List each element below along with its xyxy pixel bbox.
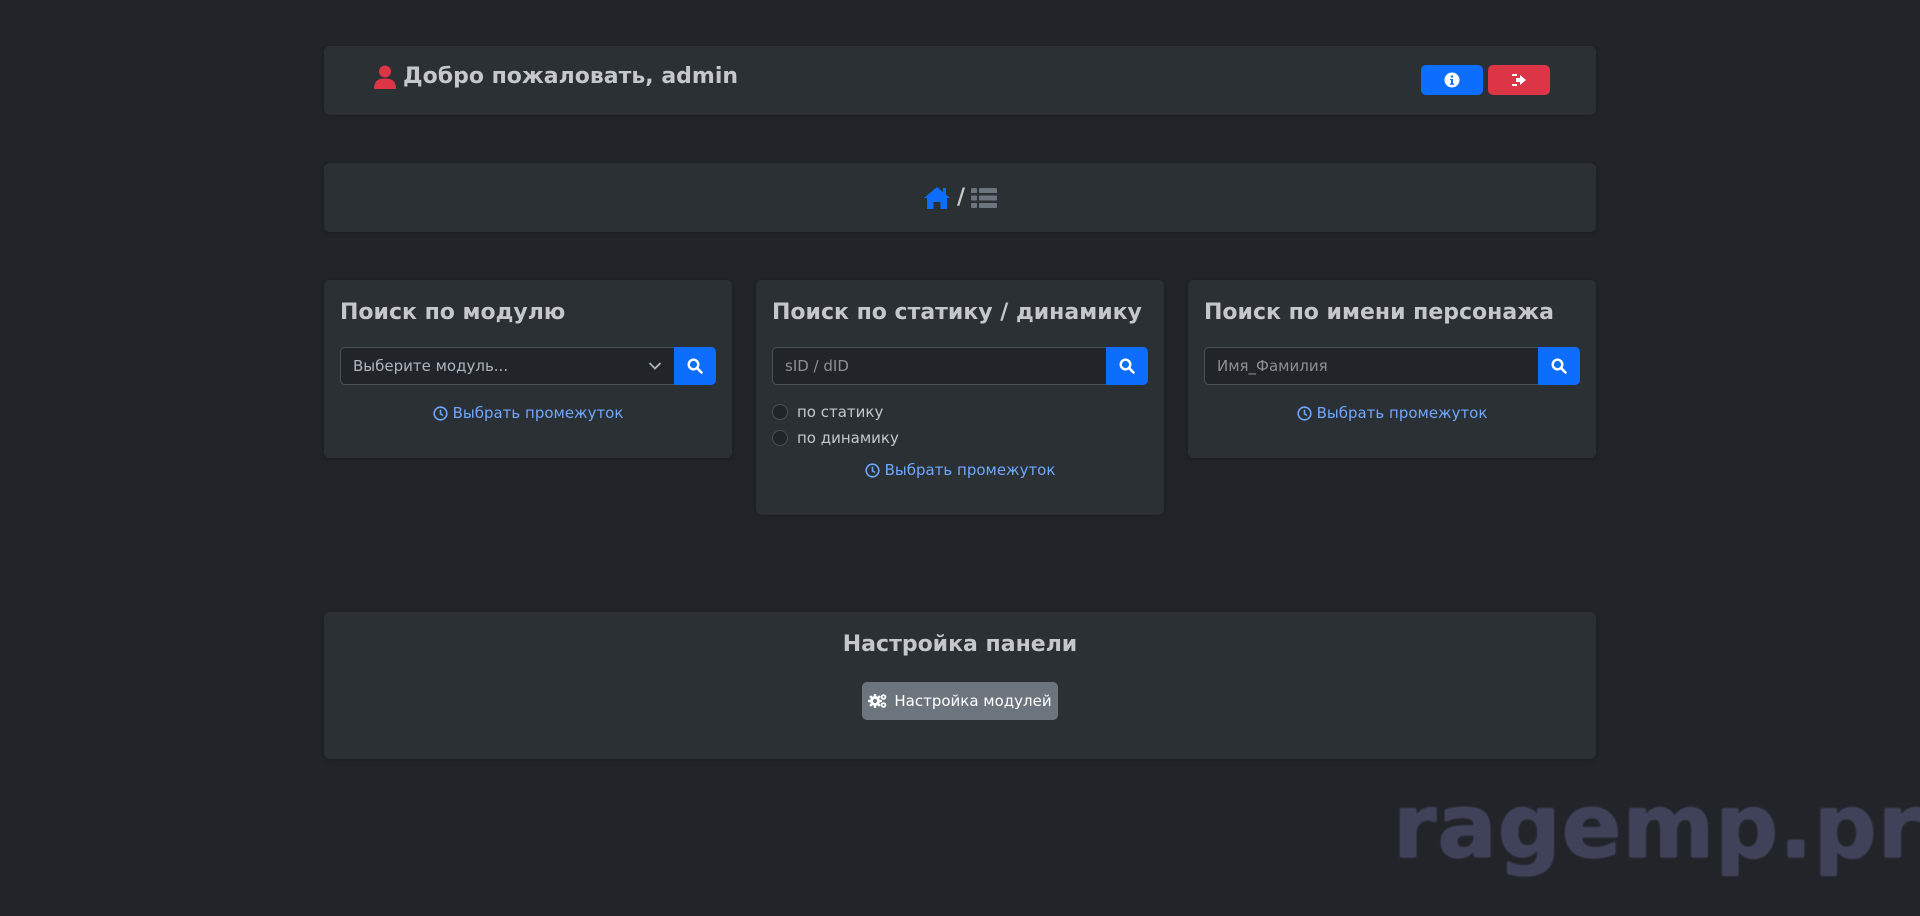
- info-circle-icon: [1444, 72, 1460, 88]
- character-period-label: Выбрать промежуток: [1316, 404, 1488, 422]
- welcome-text: Добро пожаловать, admin: [403, 64, 739, 89]
- breadcrumb-separator: /: [956, 185, 966, 210]
- search-icon: [687, 358, 703, 374]
- module-select[interactable]: Выберите модуль...: [340, 347, 674, 385]
- static-dynamic-period-link[interactable]: Выбрать промежуток: [772, 460, 1148, 480]
- sign-out-icon: [1511, 72, 1527, 88]
- module-period-link[interactable]: Выбрать промежуток: [340, 403, 716, 423]
- static-dynamic-title: Поиск по статику / динамику: [772, 300, 1142, 325]
- character-search-card: Поиск по имени персонажа Выбрать промежу…: [1188, 280, 1596, 458]
- static-dynamic-period-label: Выбрать промежуток: [884, 461, 1056, 479]
- settings-panel: Настройка панели Настройка модулей: [324, 612, 1596, 759]
- clock-icon: [432, 405, 448, 421]
- header-buttons: [1421, 65, 1550, 95]
- list-icon: [971, 187, 998, 209]
- character-search-button[interactable]: [1538, 347, 1580, 385]
- welcome: Добро пожаловать, admin: [374, 64, 738, 89]
- settings-title: Настройка панели: [842, 632, 1078, 657]
- radio-dynamic-label: по динамику: [797, 429, 899, 447]
- static-dynamic-search-card: Поиск по статику / динамику по статику п…: [756, 280, 1164, 515]
- radio-static-row: по статику: [772, 402, 1148, 422]
- sid-did-input[interactable]: [772, 347, 1106, 385]
- module-input-group: Выберите модуль...: [340, 347, 716, 385]
- radio-static[interactable]: [772, 404, 788, 420]
- user-icon: [374, 65, 396, 89]
- page-container: Добро пожаловать, admin / Поиск по модул…: [324, 46, 1596, 759]
- search-icon: [1119, 358, 1135, 374]
- search-cards: Поиск по модулю Выберите модуль... Выбра…: [324, 280, 1596, 580]
- radio-static-label: по статику: [797, 403, 884, 421]
- module-search-title: Поиск по модулю: [340, 300, 566, 325]
- clock-icon: [1296, 405, 1312, 421]
- module-search-button[interactable]: [674, 347, 716, 385]
- character-name-input[interactable]: [1204, 347, 1538, 385]
- character-input-group: [1204, 347, 1580, 385]
- radio-dynamic-row: по динамику: [772, 428, 1148, 448]
- watermark: ragemp.pro: [1393, 775, 1920, 878]
- header-panel: Добро пожаловать, admin: [324, 46, 1596, 115]
- logout-button[interactable]: [1488, 65, 1550, 95]
- module-settings-button[interactable]: Настройка модулей: [862, 682, 1058, 720]
- static-dynamic-search-button[interactable]: [1106, 347, 1148, 385]
- module-search-card: Поиск по модулю Выберите модуль... Выбра…: [324, 280, 732, 458]
- character-period-link[interactable]: Выбрать промежуток: [1204, 403, 1580, 423]
- module-select-value: Выберите модуль...: [353, 357, 509, 375]
- static-dynamic-input-group: [772, 347, 1148, 385]
- chevron-down-icon: [648, 361, 662, 371]
- character-search-title: Поиск по имени персонажа: [1204, 300, 1554, 325]
- cogs-icon: [868, 693, 888, 709]
- search-icon: [1551, 358, 1567, 374]
- clock-icon: [864, 462, 880, 478]
- module-period-label: Выбрать промежуток: [452, 404, 624, 422]
- module-settings-label: Настройка модулей: [894, 692, 1052, 710]
- breadcrumb: /: [324, 163, 1596, 232]
- radio-dynamic[interactable]: [772, 430, 788, 446]
- home-icon[interactable]: [923, 186, 951, 210]
- info-button[interactable]: [1421, 65, 1483, 95]
